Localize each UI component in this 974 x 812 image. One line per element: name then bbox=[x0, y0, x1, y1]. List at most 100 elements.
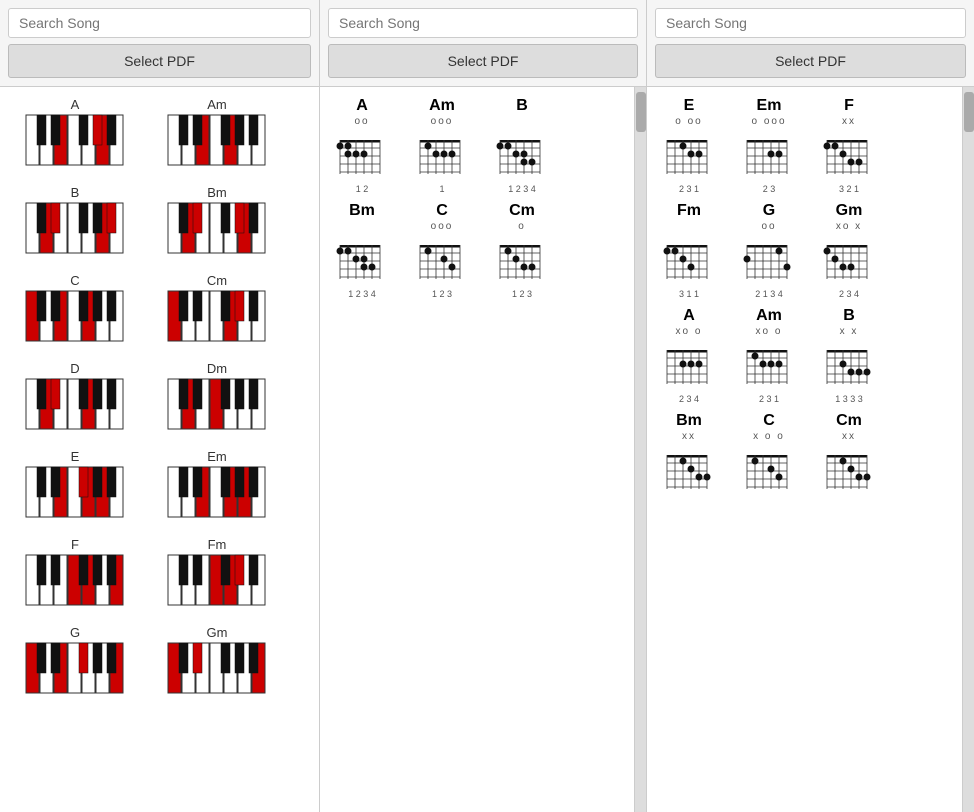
right-chords-grid: Eo oo2 3 1Emo ooo2 3Fxx3 2 1Fm 3 1 1Goo2… bbox=[647, 87, 962, 519]
piano-chord-c: C bbox=[10, 273, 140, 349]
chord-label: B bbox=[10, 185, 140, 200]
guitar-chord-am-right: Amxo o 2 3 1 bbox=[733, 307, 805, 404]
guitar-chord-open-strings: o oo bbox=[675, 116, 702, 128]
guitar-chord-fingers: 1 3 3 3 bbox=[835, 394, 863, 404]
chord-label: D bbox=[10, 361, 140, 376]
guitar-chord-open-strings bbox=[687, 221, 692, 233]
guitar-chord-fingers: 2 3 bbox=[763, 184, 776, 194]
guitar-chord-open-strings: oo bbox=[761, 221, 776, 233]
guitar-chord-title: Gm bbox=[836, 202, 863, 220]
guitar-chord-open-strings: ooo bbox=[431, 116, 454, 128]
guitar-chord-open-strings: xx bbox=[842, 431, 856, 443]
guitar-chord-title: Bm bbox=[676, 412, 702, 430]
guitar-chord-open-strings: o bbox=[518, 221, 526, 233]
guitar-chord-open-strings: ooo bbox=[431, 221, 454, 233]
mid-scroll-wrapper: Aoo1 2Amooo1B 1 2 3 4Bm 1 2 3 4Cooo1 2 3… bbox=[320, 87, 646, 812]
guitar-chord-cm-mid: Cmo 1 2 3 bbox=[486, 202, 558, 299]
guitar-chord-c-right: Cx o o bbox=[733, 412, 805, 509]
guitar-chord-title: Am bbox=[756, 307, 782, 325]
left-chord-list: AAmBBmCCmDDmEEmFFmGGm bbox=[0, 87, 319, 812]
guitar-chord-title: F bbox=[844, 97, 854, 115]
guitar-chord-bm-mid: Bm 1 2 3 4 bbox=[326, 202, 398, 299]
guitar-chord-title: G bbox=[763, 202, 775, 220]
right-scroll-wrapper: Eo oo2 3 1Emo ooo2 3Fxx3 2 1Fm 3 1 1Goo2… bbox=[647, 87, 974, 812]
guitar-chord-fingers: 3 1 1 bbox=[679, 289, 699, 299]
right-search-input[interactable] bbox=[655, 8, 966, 38]
guitar-chord-fingers: 3 2 1 bbox=[839, 184, 859, 194]
guitar-chord-title: C bbox=[763, 412, 775, 430]
guitar-chord-am-mid: Amooo 1 bbox=[406, 97, 478, 194]
guitar-chord-fingers: 2 3 1 bbox=[759, 394, 779, 404]
chord-label: F bbox=[10, 537, 140, 552]
guitar-chord-open-strings bbox=[360, 221, 365, 233]
chord-label: C bbox=[10, 273, 140, 288]
left-search-input[interactable] bbox=[8, 8, 311, 38]
guitar-chord-title: B bbox=[843, 307, 855, 325]
guitar-chord-e-right: Eo oo 2 3 1 bbox=[653, 97, 725, 194]
piano-chord-em: Em bbox=[152, 449, 282, 525]
piano-chord-fm: Fm bbox=[152, 537, 282, 613]
guitar-chord-fingers bbox=[768, 499, 771, 509]
guitar-chord-fingers: 1 2 3 bbox=[512, 289, 532, 299]
guitar-chord-a-right: Axo o2 3 4 bbox=[653, 307, 725, 404]
guitar-chord-em-right: Emo ooo 2 3 bbox=[733, 97, 805, 194]
chord-label: E bbox=[10, 449, 140, 464]
guitar-chord-fingers: 1 bbox=[439, 184, 444, 194]
chord-label: Cm bbox=[152, 273, 282, 288]
mid-chords-grid: Aoo1 2Amooo1B 1 2 3 4Bm 1 2 3 4Cooo1 2 3… bbox=[320, 87, 634, 309]
guitar-chord-fingers: 2 3 4 bbox=[679, 394, 699, 404]
guitar-chord-fingers: 1 2 3 4 bbox=[508, 184, 536, 194]
guitar-chord-open-strings bbox=[520, 116, 525, 128]
right-scrollbar-thumb[interactable] bbox=[964, 92, 974, 132]
guitar-chord-title: Cm bbox=[509, 202, 535, 220]
guitar-chord-fm-right: Fm 3 1 1 bbox=[653, 202, 725, 299]
right-select-pdf-button[interactable]: Select PDF bbox=[655, 44, 966, 78]
piano-chord-cm: Cm bbox=[152, 273, 282, 349]
guitar-chord-title: Am bbox=[429, 97, 455, 115]
left-header: Select PDF bbox=[0, 0, 319, 87]
guitar-chord-title: Em bbox=[757, 97, 782, 115]
mid-panel-content[interactable]: Aoo1 2Amooo1B 1 2 3 4Bm 1 2 3 4Cooo1 2 3… bbox=[320, 87, 634, 812]
guitar-chord-open-strings: x o o bbox=[753, 431, 785, 443]
chord-label: A bbox=[10, 97, 140, 112]
guitar-chord-fingers: 1 2 3 4 bbox=[348, 289, 376, 299]
guitar-chord-open-strings: xo o bbox=[676, 326, 703, 338]
piano-chord-e: E bbox=[10, 449, 140, 525]
guitar-chord-open-strings: xo x bbox=[836, 221, 862, 233]
guitar-chord-open-strings: xx bbox=[682, 431, 696, 443]
chord-label: Fm bbox=[152, 537, 282, 552]
guitar-chord-open-strings: xo o bbox=[756, 326, 783, 338]
right-panel-content[interactable]: Eo oo2 3 1Emo ooo2 3Fxx3 2 1Fm 3 1 1Goo2… bbox=[647, 87, 962, 812]
piano-chord-am: Am bbox=[152, 97, 282, 173]
piano-chord-a: A bbox=[10, 97, 140, 173]
guitar-chord-fingers: 1 2 3 bbox=[432, 289, 452, 299]
guitar-chord-f-right: Fxx3 2 1 bbox=[813, 97, 885, 194]
mid-search-input[interactable] bbox=[328, 8, 638, 38]
guitar-chord-fingers bbox=[688, 499, 691, 509]
chord-label: Bm bbox=[152, 185, 282, 200]
mid-scrollbar[interactable] bbox=[634, 87, 646, 812]
chord-label: Gm bbox=[152, 625, 282, 640]
chord-label: G bbox=[10, 625, 140, 640]
guitar-chord-title: Cm bbox=[836, 412, 862, 430]
guitar-chord-bm-right: Bmxx bbox=[653, 412, 725, 509]
guitar-chord-open-strings: o ooo bbox=[751, 116, 786, 128]
guitar-chord-b-mid: B 1 2 3 4 bbox=[486, 97, 558, 194]
guitar-chord-title: E bbox=[684, 97, 695, 115]
mid-scrollbar-thumb[interactable] bbox=[636, 92, 646, 132]
mid-select-pdf-button[interactable]: Select PDF bbox=[328, 44, 638, 78]
chord-label: Am bbox=[152, 97, 282, 112]
guitar-chord-title: B bbox=[516, 97, 528, 115]
piano-chord-d: D bbox=[10, 361, 140, 437]
right-scrollbar[interactable] bbox=[962, 87, 974, 812]
guitar-chord-c-mid: Cooo1 2 3 bbox=[406, 202, 478, 299]
guitar-chord-gm-right: Gmxo x2 3 4 bbox=[813, 202, 885, 299]
guitar-chord-fingers: 2 1 3 4 bbox=[755, 289, 783, 299]
guitar-chord-title: Bm bbox=[349, 202, 375, 220]
right-header: Select PDF bbox=[647, 0, 974, 87]
guitar-chord-b-right: Bx x1 3 3 3 bbox=[813, 307, 885, 404]
right-column: Select PDF Eo oo2 3 1Emo ooo2 3Fxx3 2 1F… bbox=[647, 0, 974, 812]
left-select-pdf-button[interactable]: Select PDF bbox=[8, 44, 311, 78]
mid-header: Select PDF bbox=[320, 0, 646, 87]
guitar-chord-fingers: 2 3 1 bbox=[679, 184, 699, 194]
